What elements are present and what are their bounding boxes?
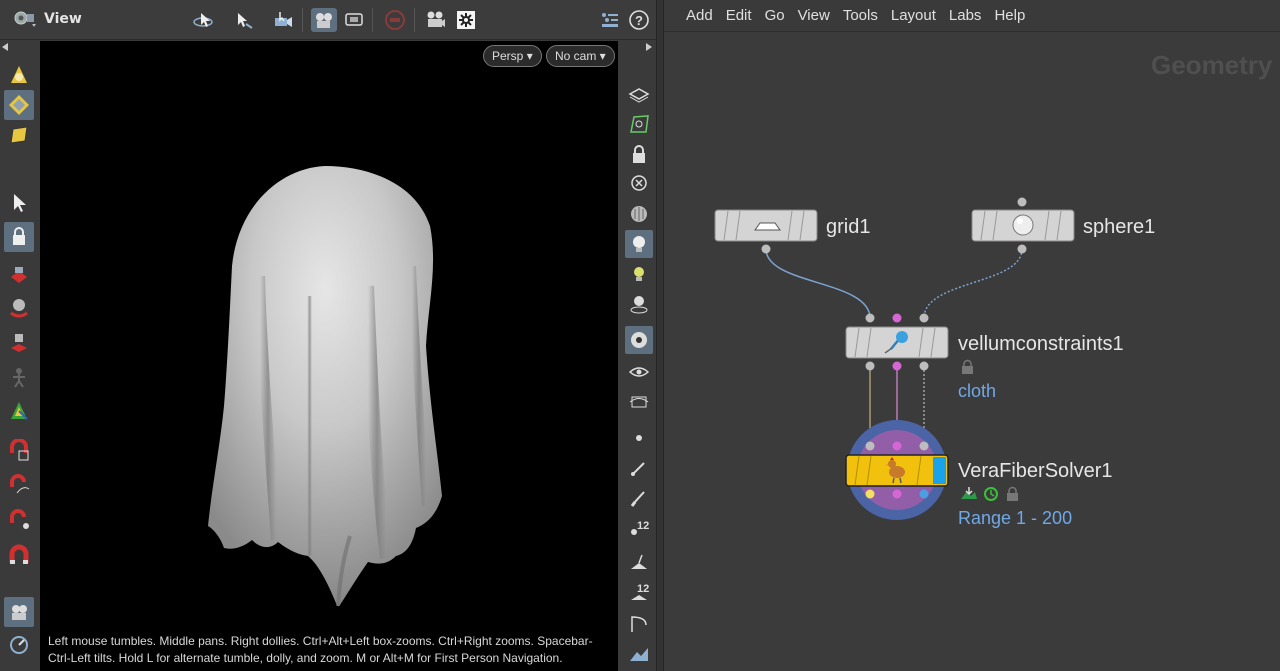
node-vellumconstraints1[interactable]: vellumconstraints1 cloth — [845, 313, 1124, 402]
screen-icon[interactable] — [341, 8, 367, 32]
wire-sphere-to-constraints[interactable] — [923, 248, 1023, 319]
toolbar-separator — [414, 8, 415, 32]
move-tool-icon[interactable] — [4, 258, 34, 288]
svg-text:?: ? — [635, 13, 643, 28]
cloth-ghost-mesh — [208, 166, 442, 606]
camera-link-icon[interactable] — [625, 326, 653, 354]
camera-menu[interactable]: No cam ▾ — [546, 45, 615, 67]
node-sphere1[interactable]: sphere1 — [971, 197, 1155, 254]
node-output-icon — [961, 487, 977, 499]
camera-tool-icon[interactable] — [4, 597, 34, 627]
wire-grid-to-constraints[interactable] — [765, 248, 871, 319]
node-verafibersolver1-label: VeraFiberSolver1 — [958, 460, 1113, 482]
stop-icon[interactable] — [382, 8, 408, 32]
eye-icon[interactable] — [625, 358, 653, 386]
pencil-icon[interactable] — [625, 454, 653, 482]
dolly-icon[interactable] — [4, 630, 34, 660]
pose-tool-icon[interactable] — [4, 362, 34, 392]
magnet-curve-icon[interactable] — [4, 470, 34, 500]
angle-icon[interactable] — [625, 610, 653, 638]
normal-icon[interactable] — [625, 548, 653, 576]
display-settings-icon[interactable] — [453, 8, 479, 32]
network-editor-pane[interactable]: Add Edit Go View Tools Layout Labs Help … — [664, 0, 1280, 671]
viewer-title: View — [44, 11, 82, 27]
select-box-icon[interactable] — [4, 120, 34, 150]
viewport-hint-text: Left mouse tumbles. Middle pans. Right d… — [48, 634, 593, 665]
lock-select-icon[interactable] — [4, 222, 34, 252]
node-grid1-label: grid1 — [826, 216, 870, 238]
tumble-icon[interactable] — [190, 8, 216, 32]
node-verafibersolver1-subtitle: Range 1 - 200 — [958, 508, 1072, 528]
light-ghost-icon[interactable] — [625, 290, 653, 318]
ghost-icon[interactable] — [625, 170, 653, 198]
soft-sphere-icon[interactable] — [4, 60, 34, 90]
camera-label: No cam — [555, 49, 597, 63]
node-vellumconstraints1-subtitle: cloth — [958, 381, 996, 401]
node-lock-icon — [962, 359, 973, 374]
mountain-icon[interactable] — [625, 640, 653, 668]
node-graph: grid1 sphere1 vellumconstraints1 cloth V… — [714, 197, 1155, 528]
camera-view-icon[interactable] — [311, 8, 337, 32]
light-add-icon[interactable] — [625, 260, 653, 288]
handle-tool-icon[interactable] — [4, 396, 34, 426]
help-icon[interactable]: ? — [626, 8, 652, 32]
grid-node-icon — [754, 222, 781, 231]
camera-view-menu[interactable]: Persp ▾ — [483, 45, 542, 67]
point-numbers-icon[interactable]: 12 — [625, 514, 653, 542]
eye-hide-icon[interactable] — [625, 388, 653, 416]
toolbar-separator — [302, 8, 303, 32]
left-tool-shelf — [0, 52, 38, 671]
node-sphere1-label: sphere1 — [1083, 216, 1155, 238]
node-verafibersolver1[interactable]: VeraFiberSolver1 Range 1 - 200 — [845, 420, 1113, 528]
viewer-menu-button[interactable]: View — [12, 8, 82, 30]
render-flipbook-icon[interactable] — [422, 8, 448, 32]
node-vellumconstraints1-label: vellumconstraints1 — [958, 333, 1124, 355]
arrow-select-icon[interactable] — [4, 188, 34, 218]
node-time-dependent-icon — [984, 487, 998, 501]
dot-icon[interactable] — [625, 424, 653, 452]
prim-numbers-icon[interactable]: 12 — [625, 578, 653, 606]
magnet-snap-icon[interactable] — [4, 436, 34, 466]
prim-number-badge: 12 — [637, 583, 649, 595]
magnet-point-icon[interactable] — [4, 504, 34, 534]
3d-viewport[interactable]: Persp ▾ No cam ▾ Left mouse tumbles. Mid… — [40, 41, 618, 671]
scene-viewer-pane: View ? Persp ▾ No cam ▾ Left mouse tumbl… — [0, 0, 656, 671]
right-display-shelf: 12 12 — [623, 78, 655, 671]
viewer-toolbar: View ? — [0, 0, 656, 40]
rotate-tool-icon[interactable] — [4, 292, 34, 322]
plane-icon[interactable] — [625, 80, 653, 108]
sphere-node-icon — [1012, 214, 1034, 236]
pane-collapse-left-icon[interactable] — [0, 42, 10, 52]
node-grid1[interactable]: grid1 — [714, 209, 870, 254]
sphere-shade-icon[interactable] — [625, 200, 653, 228]
brush-icon[interactable] — [625, 484, 653, 512]
layout-icon[interactable] — [596, 8, 622, 32]
point-number-badge: 12 — [637, 520, 649, 532]
select-primitive-icon[interactable] — [4, 90, 34, 120]
camera-select-icon[interactable] — [270, 8, 296, 32]
viewer-menu-icon — [14, 11, 36, 27]
scale-tool-icon[interactable] — [4, 327, 34, 357]
camera-view-label: Persp — [492, 49, 524, 63]
magnet-icon[interactable] — [4, 540, 34, 570]
pane-divider[interactable] — [656, 0, 664, 671]
geo-icon[interactable] — [625, 110, 653, 138]
select-arrow-icon[interactable] — [230, 8, 256, 32]
lock-icon[interactable] — [625, 140, 653, 168]
light-bulb-icon[interactable] — [625, 230, 653, 258]
pane-collapse-right-icon[interactable] — [644, 42, 654, 52]
node-lock-icon — [1007, 486, 1018, 501]
toolbar-separator — [372, 8, 373, 32]
